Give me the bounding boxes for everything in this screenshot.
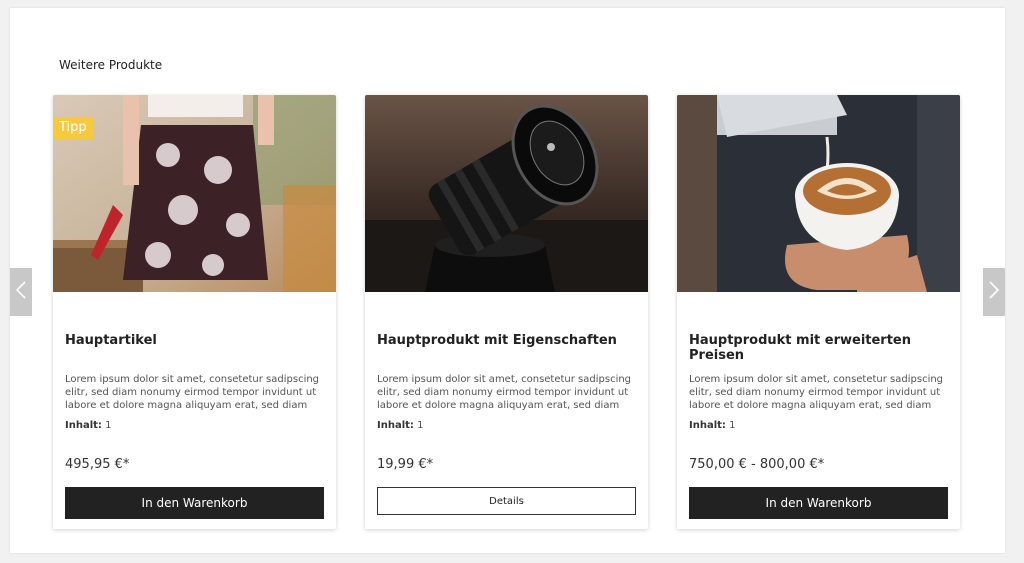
content-value: 1 — [417, 420, 424, 431]
product-content: Inhalt: 1 — [689, 420, 735, 431]
section-title: Weitere Produkte — [59, 58, 163, 72]
product-description: Lorem ipsum dolor sit amet, consetetur s… — [65, 374, 320, 411]
product-price: 750,00 € - 800,00 €* — [689, 457, 825, 472]
content-value: 1 — [729, 420, 736, 431]
product-name[interactable]: Hauptprodukt mit erweiterten Preisen — [689, 333, 960, 363]
product-description: Lorem ipsum dolor sit amet, consetetur s… — [377, 374, 632, 411]
product-price: 495,95 €* — [65, 457, 130, 472]
product-card: Tipp Hauptartikel Lorem ipsum dolor sit … — [53, 95, 336, 529]
product-card: Hauptprodukt mit erweiterten Preisen Lor… — [677, 95, 960, 529]
product-image-latte[interactable] — [677, 95, 960, 292]
product-name[interactable]: Hauptartikel — [65, 333, 157, 348]
slider-next-button[interactable] — [983, 268, 1005, 316]
product-content: Inhalt: 1 — [377, 420, 423, 431]
tip-badge: Tipp — [53, 117, 93, 139]
product-content: Inhalt: 1 — [65, 420, 111, 431]
chevron-right-icon — [988, 280, 1000, 305]
chevron-left-icon — [15, 280, 27, 305]
details-button[interactable]: Details — [377, 487, 636, 515]
content-label: Inhalt: — [689, 420, 726, 431]
content-value: 1 — [105, 420, 112, 431]
product-price: 19,99 €* — [377, 457, 434, 472]
product-name[interactable]: Hauptprodukt mit Eigenschaften — [377, 333, 617, 348]
product-image-camera-lens[interactable] — [365, 95, 648, 292]
slider-prev-button[interactable] — [10, 268, 32, 316]
product-description: Lorem ipsum dolor sit amet, consetetur s… — [689, 374, 944, 411]
add-to-cart-button[interactable]: In den Warenkorb — [689, 487, 948, 519]
product-card: Hauptprodukt mit Eigenschaften Lorem ips… — [365, 95, 648, 529]
product-image-skirt[interactable]: Tipp — [53, 95, 336, 292]
add-to-cart-button[interactable]: In den Warenkorb — [65, 487, 324, 519]
content-label: Inhalt: — [377, 420, 414, 431]
content-label: Inhalt: — [65, 420, 102, 431]
